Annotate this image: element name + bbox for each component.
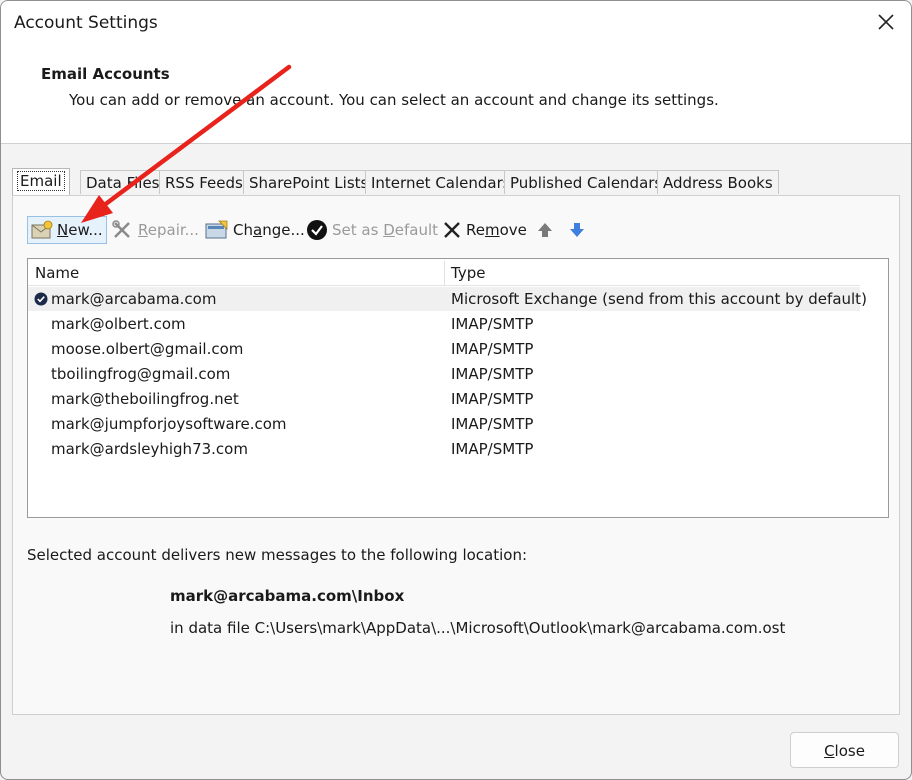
move-down-button[interactable] xyxy=(565,216,589,244)
account-type: IMAP/SMTP xyxy=(451,415,534,433)
column-header-name[interactable]: Name xyxy=(28,259,79,285)
arrow-down-icon xyxy=(570,223,584,237)
remove-button[interactable]: Remove xyxy=(439,216,530,244)
delivery-description: Selected account delivers new messages t… xyxy=(27,546,528,564)
tab-address-books[interactable]: Address Books xyxy=(657,170,779,194)
account-name: mark@ardsleyhigh73.com xyxy=(51,440,248,458)
new-account-icon xyxy=(31,220,53,239)
account-type: IMAP/SMTP xyxy=(451,340,534,358)
tab-email[interactable]: Email xyxy=(12,168,70,195)
delivery-inbox-path: mark@arcabama.com\Inbox xyxy=(170,587,405,605)
arrow-up-icon xyxy=(538,223,552,237)
account-row[interactable]: tboilingfrog@gmail.com IMAP/SMTP xyxy=(28,362,860,386)
account-type: Microsoft Exchange (send from this accou… xyxy=(451,290,867,308)
tab-internet-calendars[interactable]: Internet Calendars xyxy=(365,170,517,194)
account-settings-dialog: Account Settings Email Accounts You can … xyxy=(0,0,912,780)
remove-button-label: Remove xyxy=(466,221,527,239)
account-row[interactable]: mark@olbert.com IMAP/SMTP xyxy=(28,312,860,336)
repair-tools-icon xyxy=(112,220,130,238)
change-button[interactable]: Change... xyxy=(202,216,308,244)
account-name: mark@theboilingfrog.net xyxy=(51,390,239,408)
account-type: IMAP/SMTP xyxy=(451,365,534,383)
set-as-default-button[interactable]: Set as Default xyxy=(303,216,441,244)
account-row[interactable]: mark@theboilingfrog.net IMAP/SMTP xyxy=(28,387,860,411)
account-name: mark@jumpforjoysoftware.com xyxy=(51,415,287,433)
change-button-label: Change... xyxy=(233,221,305,239)
header-description: You can add or remove an account. You ca… xyxy=(69,91,719,109)
account-row[interactable]: moose.olbert@gmail.com IMAP/SMTP xyxy=(28,337,860,361)
accounts-list-header: Name Type xyxy=(28,259,860,286)
account-name: mark@olbert.com xyxy=(51,315,186,333)
email-tab-panel: New... Repair... Change... Set as Defaul… xyxy=(12,195,900,715)
header-title: Email Accounts xyxy=(41,65,170,83)
tab-published-calendars[interactable]: Published Calendars xyxy=(504,170,669,194)
new-account-button[interactable]: New... xyxy=(27,216,107,244)
accounts-list[interactable]: Name Type mark@arcabama.com Microsoft Ex… xyxy=(27,258,889,518)
move-up-button[interactable] xyxy=(533,216,557,244)
delivery-data-file-path: in data file C:\Users\mark\AppData\...\M… xyxy=(170,619,786,637)
account-type: IMAP/SMTP xyxy=(451,440,534,458)
account-name: mark@arcabama.com xyxy=(51,290,217,308)
change-account-icon xyxy=(205,220,228,239)
tab-data-files[interactable]: Data Files xyxy=(80,170,166,194)
dialog-title: Account Settings xyxy=(14,13,158,33)
close-button[interactable]: Close xyxy=(790,732,899,768)
set-as-default-label: Set as Default xyxy=(332,221,439,239)
tab-sharepoint-lists[interactable]: SharePoint Lists xyxy=(243,170,375,194)
default-account-icon xyxy=(34,292,48,306)
new-button-label: New... xyxy=(57,221,103,239)
account-row[interactable]: mark@jumpforjoysoftware.com IMAP/SMTP xyxy=(28,412,860,436)
repair-button[interactable]: Repair... xyxy=(109,216,202,244)
account-name: moose.olbert@gmail.com xyxy=(51,340,244,358)
account-type: IMAP/SMTP xyxy=(451,315,534,333)
dialog-header: Email Accounts You can add or remove an … xyxy=(1,47,911,144)
title-bar: Account Settings xyxy=(1,1,911,47)
repair-button-label: Repair... xyxy=(138,221,199,239)
account-row[interactable]: mark@arcabama.com Microsoft Exchange (se… xyxy=(28,287,867,311)
tab-rss-feeds[interactable]: RSS Feeds xyxy=(159,170,249,194)
default-check-icon xyxy=(307,220,327,240)
account-name: tboilingfrog@gmail.com xyxy=(51,365,231,383)
close-window-icon[interactable] xyxy=(875,11,897,33)
account-type: IMAP/SMTP xyxy=(451,390,534,408)
remove-x-icon xyxy=(444,222,460,238)
column-header-type[interactable]: Type xyxy=(444,259,485,285)
account-row[interactable]: mark@ardsleyhigh73.com IMAP/SMTP xyxy=(28,437,860,461)
